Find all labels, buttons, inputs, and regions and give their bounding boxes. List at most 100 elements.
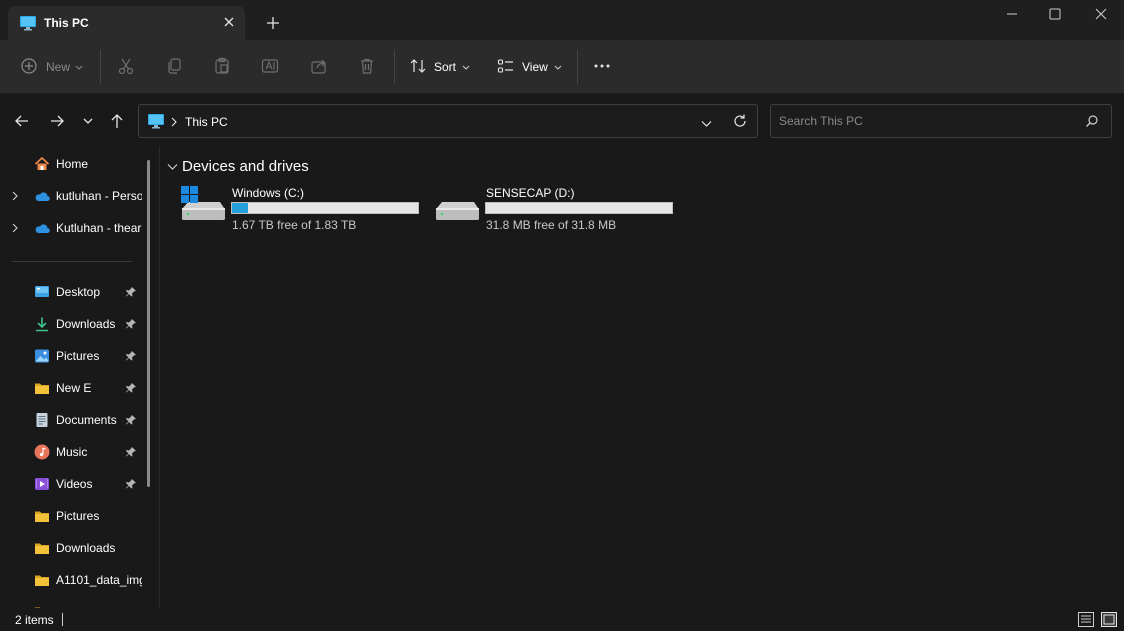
pin-icon bbox=[125, 382, 137, 397]
view-button[interactable]: View bbox=[497, 40, 562, 94]
add-icon bbox=[20, 57, 38, 78]
sidebar-item-new-e[interactable]: New E bbox=[0, 374, 145, 402]
maximize-icon[interactable] bbox=[1033, 4, 1077, 24]
this-pc-icon bbox=[19, 15, 37, 34]
sidebar-item-downloads[interactable]: Downloads bbox=[0, 310, 145, 338]
new-tab-icon[interactable] bbox=[264, 14, 282, 32]
tab-this-pc[interactable]: This PC bbox=[8, 6, 245, 40]
new-label: New bbox=[46, 60, 71, 74]
drive-icon bbox=[434, 184, 480, 225]
more-options-button[interactable] bbox=[593, 40, 611, 94]
sidebar-item-home[interactable]: Home bbox=[0, 150, 145, 178]
group-title: Devices and drives bbox=[182, 158, 309, 175]
address-bar[interactable]: This PC bbox=[138, 104, 758, 138]
close-window-icon[interactable] bbox=[1079, 4, 1123, 24]
home-icon bbox=[34, 156, 50, 172]
documents-icon bbox=[34, 412, 50, 428]
refresh-icon[interactable] bbox=[732, 113, 748, 132]
expand-chevron-icon[interactable] bbox=[11, 222, 19, 236]
delete-button[interactable] bbox=[358, 40, 376, 94]
sidebar-item-pictures-folder[interactable]: Pictures bbox=[0, 502, 145, 530]
sidebar-item-label: Kutluhan - thear bbox=[56, 221, 142, 235]
collapse-chevron-icon[interactable] bbox=[167, 160, 178, 174]
drive-free-space: 31.8 MB free of 31.8 MB bbox=[486, 218, 617, 232]
address-dropdown-icon[interactable] bbox=[701, 117, 712, 131]
sidebar-item-videos[interactable]: Videos bbox=[0, 470, 145, 498]
pin-icon bbox=[125, 478, 137, 493]
breadcrumb-chevron-icon[interactable] bbox=[171, 116, 177, 130]
status-bar: 2 items bbox=[0, 608, 1124, 631]
drive-usage-fill bbox=[232, 203, 249, 213]
toolbar-separator bbox=[577, 50, 578, 84]
breadcrumb[interactable]: This PC bbox=[185, 115, 228, 129]
rename-button[interactable] bbox=[261, 40, 279, 94]
sidebar-item-a1101-data-img[interactable]: A1101_data_img bbox=[0, 566, 145, 594]
details-view-icon[interactable] bbox=[1078, 612, 1094, 630]
title-bar: This PC bbox=[0, 0, 1124, 40]
up-icon[interactable] bbox=[106, 110, 128, 132]
sort-button[interactable]: Sort bbox=[409, 40, 470, 94]
minimize-icon[interactable] bbox=[990, 4, 1034, 24]
pin-icon bbox=[125, 446, 137, 461]
sidebar-item-pictures[interactable]: Pictures bbox=[0, 342, 145, 370]
sidebar-item-onedrive-personal[interactable]: kutluhan - Perso bbox=[0, 182, 145, 210]
sidebar-item-label: A1101_data_img bbox=[56, 573, 142, 587]
sidebar-scrollbar[interactable] bbox=[147, 160, 150, 487]
drive-c[interactable]: Windows (C:) 1.67 TB free of 1.83 TB bbox=[180, 182, 430, 238]
sidebar-item-partial[interactable] bbox=[0, 598, 145, 608]
navigation-pane: Home kutluhan - Perso Kutluhan - thear D… bbox=[0, 146, 160, 608]
onedrive-icon bbox=[34, 220, 50, 236]
recent-locations-icon[interactable] bbox=[77, 110, 99, 132]
drive-usage-bar bbox=[485, 202, 673, 214]
copy-icon bbox=[165, 57, 183, 78]
folder-icon bbox=[34, 572, 50, 588]
folder-icon bbox=[34, 380, 50, 396]
back-icon[interactable] bbox=[11, 110, 33, 132]
paste-button[interactable] bbox=[213, 40, 231, 94]
chevron-down-icon bbox=[462, 60, 470, 74]
status-separator bbox=[62, 613, 63, 626]
sort-label: Sort bbox=[434, 60, 457, 74]
pin-icon bbox=[125, 350, 137, 365]
close-tab-icon[interactable] bbox=[220, 13, 238, 31]
cut-button[interactable] bbox=[117, 40, 135, 94]
videos-icon bbox=[34, 476, 50, 492]
pin-icon bbox=[125, 286, 137, 301]
sort-icon bbox=[409, 57, 427, 78]
sidebar-divider bbox=[12, 261, 132, 262]
forward-icon[interactable] bbox=[46, 110, 68, 132]
copy-button[interactable] bbox=[165, 40, 183, 94]
group-header-devices[interactable]: Devices and drives bbox=[167, 158, 309, 175]
sidebar-item-documents[interactable]: Documents bbox=[0, 406, 145, 434]
paste-icon bbox=[213, 57, 231, 78]
search-icon bbox=[1085, 114, 1099, 131]
share-button[interactable] bbox=[310, 40, 328, 94]
pin-icon bbox=[125, 414, 137, 429]
sidebar-item-music[interactable]: Music bbox=[0, 438, 145, 466]
sidebar-item-label: Downloads bbox=[56, 541, 116, 555]
drive-name: SENSECAP (D:) bbox=[486, 186, 575, 200]
folder-icon bbox=[34, 540, 50, 556]
pin-icon bbox=[125, 318, 137, 333]
share-icon bbox=[310, 57, 328, 78]
pane-divider[interactable] bbox=[159, 146, 160, 608]
search-input[interactable] bbox=[770, 104, 1112, 138]
cut-icon bbox=[117, 57, 135, 78]
sidebar-item-desktop[interactable]: Desktop bbox=[0, 278, 145, 306]
drive-free-space: 1.67 TB free of 1.83 TB bbox=[232, 218, 357, 232]
sidebar-item-label: Pictures bbox=[56, 509, 100, 523]
expand-chevron-icon[interactable] bbox=[11, 190, 19, 204]
trash-icon bbox=[358, 57, 376, 78]
view-label: View bbox=[522, 60, 548, 74]
drive-d[interactable]: SENSECAP (D:) 31.8 MB free of 31.8 MB bbox=[434, 182, 684, 238]
drive-name: Windows (C:) bbox=[232, 186, 305, 200]
tiles-view-icon[interactable] bbox=[1101, 612, 1117, 630]
more-icon bbox=[593, 57, 611, 78]
sidebar-item-onedrive-business[interactable]: Kutluhan - thear bbox=[0, 214, 145, 242]
folder-icon bbox=[34, 508, 50, 524]
sidebar-item-label: Home bbox=[56, 157, 89, 171]
new-button[interactable]: New bbox=[20, 40, 83, 94]
sidebar-item-downloads-folder[interactable]: Downloads bbox=[0, 534, 145, 562]
command-bar: New Sort View bbox=[0, 40, 1124, 94]
rename-icon bbox=[261, 57, 279, 78]
